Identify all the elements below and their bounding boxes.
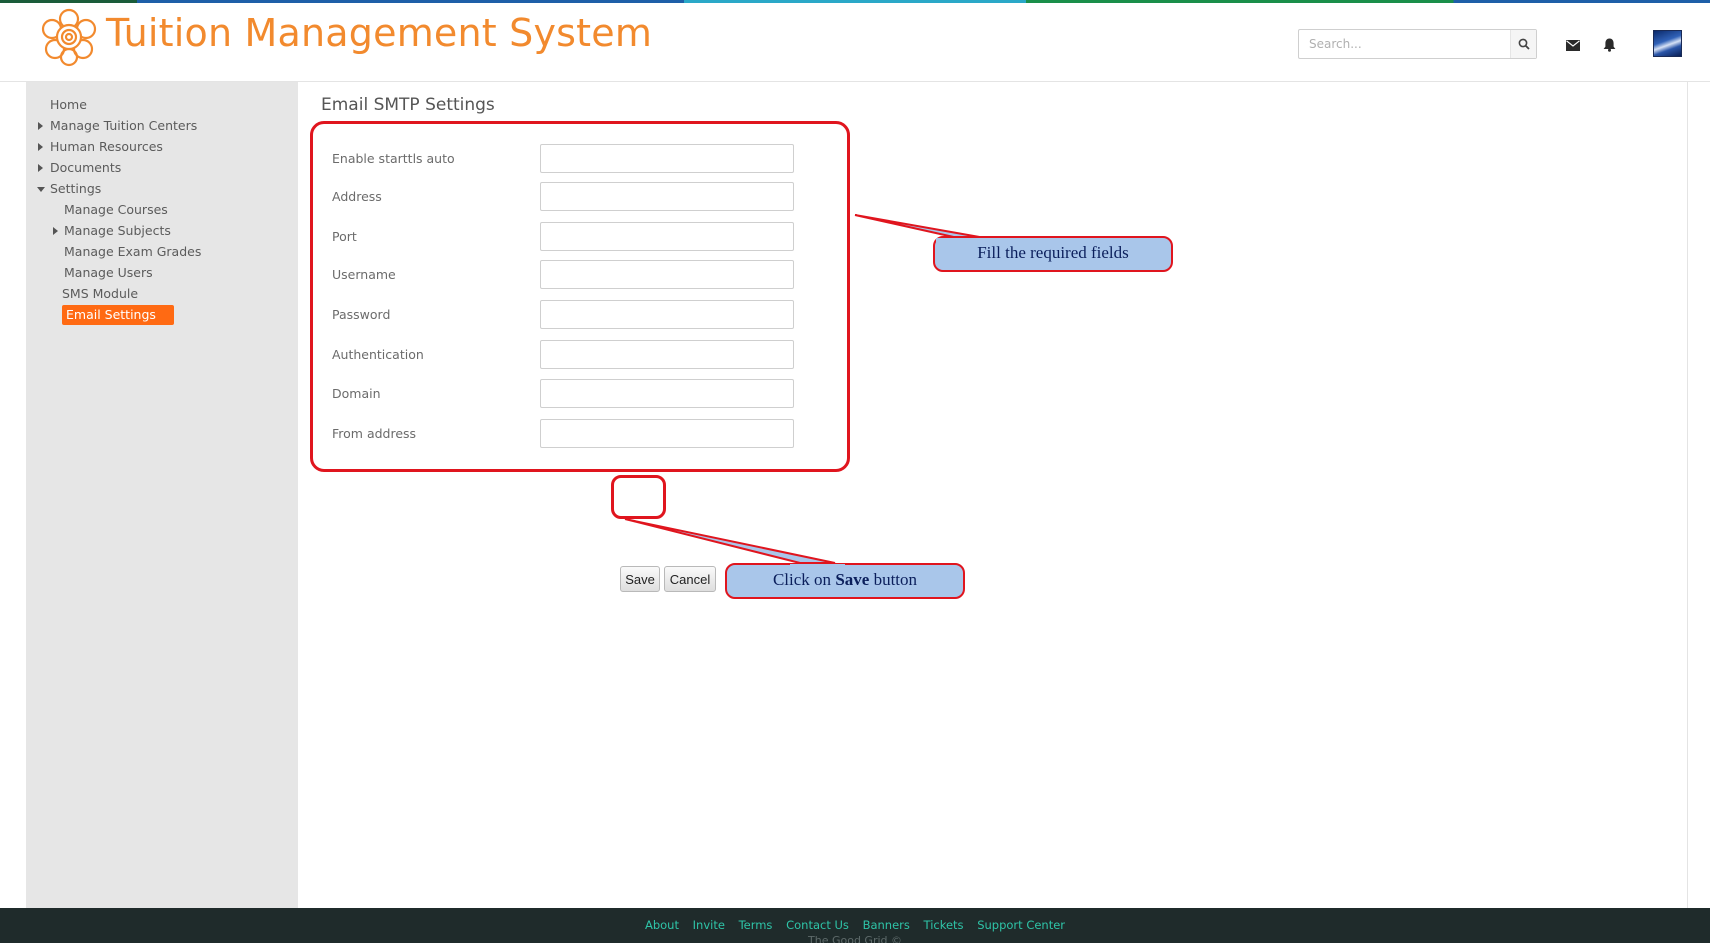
caret-right-icon (53, 227, 58, 235)
callout-text-bold: Save (835, 570, 870, 589)
search-icon (1518, 38, 1530, 50)
sidebar-item-label: SMS Module (62, 286, 139, 301)
authentication-input[interactable] (540, 340, 794, 369)
search-input[interactable] (1299, 30, 1510, 58)
envelope-icon (1566, 39, 1580, 51)
notifications-button[interactable] (1600, 37, 1618, 53)
sidebar-item-manage-courses[interactable]: Manage Courses (26, 199, 298, 220)
sidebar-item-label: Manage Subjects (64, 223, 171, 238)
footer-link-tickets[interactable]: Tickets (924, 918, 964, 932)
username-input[interactable] (540, 260, 794, 289)
password-input[interactable] (540, 300, 794, 329)
footer-links: About Invite Terms Contact Us Banners Ti… (0, 918, 1710, 932)
caret-right-icon (38, 122, 43, 130)
form-row-authentication: Authentication (332, 340, 802, 369)
search-box (1298, 29, 1537, 59)
field-label: From address (332, 426, 417, 441)
form-row-password: Password (332, 300, 802, 329)
sidebar-item-documents[interactable]: Documents (26, 157, 298, 178)
sidebar-item-label: Settings (50, 181, 102, 196)
footer-copyright: The Good Grid © (808, 934, 902, 943)
form-row-address: Address (332, 182, 802, 211)
sidebar-item-label: Manage Tuition Centers (50, 118, 198, 133)
fill-fields-callout-text: Fill the required fields (977, 243, 1129, 262)
footer-link-invite[interactable]: Invite (693, 918, 725, 932)
caret-down-icon (37, 187, 45, 192)
form-row-port: Port (332, 222, 802, 251)
sidebar-item-human-resources[interactable]: Human Resources (26, 136, 298, 157)
enable-starttls-auto-input[interactable] (540, 144, 794, 173)
caret-right-icon (38, 143, 43, 151)
save-callout-text: Click on Save button (726, 570, 964, 590)
sidebar-item-label: Home (50, 97, 87, 112)
sidebar-item-manage-subjects[interactable]: Manage Subjects (26, 220, 298, 241)
form-row-username: Username (332, 260, 802, 289)
callout-text-suffix: button (869, 570, 918, 589)
footer-link-banners[interactable]: Banners (863, 918, 910, 932)
field-label: Enable starttls auto (332, 151, 455, 166)
sidebar-item-email-settings[interactable]: Email Settings (26, 304, 298, 325)
field-label: Domain (332, 386, 381, 401)
mail-button[interactable] (1564, 37, 1582, 53)
sidebar-item-settings[interactable]: Settings (26, 178, 298, 199)
footer-link-support-center[interactable]: Support Center (977, 918, 1065, 932)
sidebar-item-label: Email Settings (62, 305, 174, 325)
footer-link-terms[interactable]: Terms (739, 918, 773, 932)
port-input[interactable] (540, 222, 794, 251)
sidebar-item-label: Manage Courses (64, 202, 168, 217)
app-footer: About Invite Terms Contact Us Banners Ti… (0, 908, 1710, 943)
sidebar-item-manage-tuition-centers[interactable]: Manage Tuition Centers (26, 115, 298, 136)
app-header: Tuition Management System (0, 3, 1710, 82)
sidebar-item-manage-exam-grades[interactable]: Manage Exam Grades (26, 241, 298, 262)
sidebar-item-manage-users[interactable]: Manage Users (26, 262, 298, 283)
footer-link-about[interactable]: About (645, 918, 679, 932)
bell-icon (1603, 38, 1615, 52)
domain-input[interactable] (540, 379, 794, 408)
form-row-domain: Domain (332, 379, 802, 408)
form-row-from-address: From address (332, 419, 802, 448)
field-label: Port (332, 229, 357, 244)
from-address-input[interactable] (540, 419, 794, 448)
field-label: Username (332, 267, 396, 282)
search-button[interactable] (1510, 30, 1536, 58)
sidebar-item-label: Documents (50, 160, 122, 175)
sidebar-item-label: Manage Exam Grades (64, 244, 202, 259)
main-content: Email SMTP Settings Enable starttls auto… (298, 82, 1688, 908)
app-title: Tuition Management System (106, 11, 653, 55)
user-avatar[interactable] (1653, 30, 1682, 57)
page-title: Email SMTP Settings (321, 95, 495, 115)
sidebar-item-label: Human Resources (50, 139, 163, 154)
field-label: Password (332, 307, 391, 322)
sidebar-item-label: Manage Users (64, 265, 153, 280)
sidebar: Home Manage Tuition Centers Human Resour… (26, 82, 298, 908)
cancel-button[interactable]: Cancel (664, 566, 716, 592)
save-button[interactable]: Save (620, 566, 660, 592)
caret-right-icon (38, 164, 43, 172)
flower-logo-icon (41, 8, 97, 67)
field-label: Authentication (332, 347, 424, 362)
form-row-enable-starttls-auto: Enable starttls auto (332, 144, 802, 173)
sidebar-nav: Home Manage Tuition Centers Human Resour… (26, 82, 298, 325)
footer-link-contact-us[interactable]: Contact Us (786, 918, 849, 932)
sidebar-item-home[interactable]: Home (26, 94, 298, 115)
field-label: Address (332, 189, 382, 204)
callout-text-prefix: Click on (772, 570, 836, 589)
address-input[interactable] (540, 182, 794, 211)
sidebar-item-sms-module[interactable]: SMS Module (26, 283, 298, 304)
